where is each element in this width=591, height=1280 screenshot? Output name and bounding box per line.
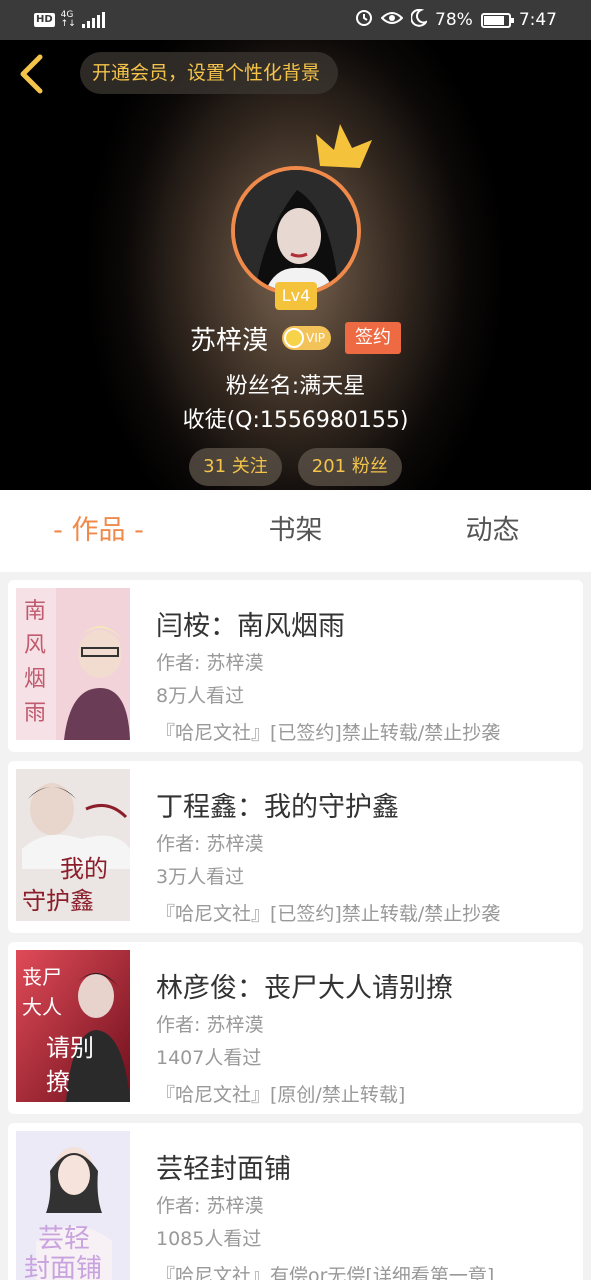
work-title: 丁程鑫：我的守护鑫 <box>156 792 399 823</box>
book-cover: 丧尸 大人 请别 撩 <box>16 950 130 1102</box>
status-bar: HD 4G ↑↓ 78% 7:47 <box>0 0 591 40</box>
work-tags: 『哈尼文社』[已签约]禁止转载/禁止抄袭 <box>156 903 501 925</box>
status-left: HD 4G ↑↓ <box>34 11 105 29</box>
name-row: 苏梓漠 VIP 签约 <box>0 318 591 358</box>
work-author: 作者: 苏梓漠 <box>156 833 264 855</box>
work-tags: 『哈尼文社』有偿or无偿[详细看第一章] <box>156 1265 495 1280</box>
work-author: 作者: 苏梓漠 <box>156 1014 264 1036</box>
vip-badge[interactable]: VIP <box>282 326 331 350</box>
tab-activity[interactable]: 动态 <box>394 490 591 572</box>
clock: 7:47 <box>518 10 557 30</box>
level-badge: Lv4 <box>275 282 317 310</box>
work-author: 作者: 苏梓漠 <box>156 1195 264 1217</box>
cover-title-char: 丧尸 <box>22 965 62 989</box>
hd-badge: HD <box>34 13 55 27</box>
cover-title-char: 请别 <box>46 1034 94 1062</box>
work-item[interactable]: 芸轻 封面铺 芸轻封面铺 作者: 苏梓漠 1085人看过 『哈尼文社』有偿or无… <box>8 1123 583 1280</box>
cover-title-char: 撩 <box>46 1068 70 1096</box>
back-button[interactable] <box>14 54 48 94</box>
work-title: 芸轻封面铺 <box>156 1154 291 1185</box>
signal-icon <box>81 12 105 28</box>
work-views: 1085人看过 <box>156 1228 262 1250</box>
book-cover: 芸轻 封面铺 <box>16 1131 130 1280</box>
work-title: 闫桉：南风烟雨 <box>156 611 345 642</box>
fan-name: 粉丝名:满天星 <box>225 374 366 399</box>
work-item[interactable]: 丧尸 大人 请别 撩 林彦俊：丧尸大人请别撩 作者: 苏梓漠 1407人看过 『… <box>8 942 583 1114</box>
stats-row: 31 关注 201 粉丝 <box>0 448 591 486</box>
cover-title-char: 芸轻 <box>38 1224 90 1254</box>
battery-icon <box>480 12 514 28</box>
book-cover: 南风烟雨 <box>16 588 130 740</box>
follow-count-button[interactable]: 31 关注 <box>189 448 282 486</box>
work-item[interactable]: 我的 守护鑫 丁程鑫：我的守护鑫 作者: 苏梓漠 3万人看过 『哈尼文社』[已签… <box>8 761 583 933</box>
work-views: 8万人看过 <box>156 685 245 707</box>
battery-percent: 78% <box>435 10 473 30</box>
user-name: 苏梓漠 <box>190 325 269 356</box>
avatar[interactable] <box>231 166 361 296</box>
work-item[interactable]: 南风烟雨 闫桉：南风烟雨 作者: 苏梓漠 8万人看过 『哈尼文社』[已签约]禁止… <box>8 580 583 752</box>
cover-title-char: 大人 <box>22 995 62 1019</box>
book-cover: 我的 守护鑫 <box>16 769 130 921</box>
cover-title-char: 守护鑫 <box>22 887 94 915</box>
fans-count-button[interactable]: 201 粉丝 <box>297 448 402 486</box>
signed-badge: 签约 <box>345 322 401 354</box>
chevron-left-icon <box>20 54 43 94</box>
tab-bookshelf[interactable]: 书架 <box>197 490 394 572</box>
work-author: 作者: 苏梓漠 <box>156 652 264 674</box>
eye-icon <box>380 10 404 31</box>
disciple-info: 收徒(Q:1556980155) <box>182 408 409 433</box>
cover-title-char: 封面铺 <box>24 1254 102 1280</box>
vip-crown-icon <box>284 328 305 348</box>
cover-title-char: 我的 <box>60 855 108 883</box>
moon-icon <box>410 8 429 32</box>
tab-works[interactable]: - 作品 - <box>0 490 197 572</box>
avatar-image <box>231 166 361 296</box>
work-views: 3万人看过 <box>156 866 245 888</box>
work-tags: 『哈尼文社』[原创/禁止转载] <box>156 1084 406 1106</box>
tab-bar: - 作品 - 书架 动态 <box>0 490 591 572</box>
work-title: 林彦俊：丧尸大人请别撩 <box>156 973 453 1004</box>
member-background-prompt[interactable]: 开通会员，设置个性化背景 <box>80 52 339 94</box>
work-views: 1407人看过 <box>156 1047 262 1069</box>
work-tags: 『哈尼文社』[已签约]禁止转载/禁止抄袭 <box>156 722 501 744</box>
network-indicator: 4G ↑↓ <box>61 11 76 29</box>
network-arrows: ↑↓ <box>60 19 76 29</box>
profile-header: 开通会员，设置个性化背景 Lv4 苏梓漠 VIP 签约 粉丝名:满天星 收徒(Q… <box>0 40 591 490</box>
status-right: 78% 7:47 <box>355 8 557 32</box>
vip-label: VIP <box>306 331 325 345</box>
alarm-icon <box>355 9 373 32</box>
